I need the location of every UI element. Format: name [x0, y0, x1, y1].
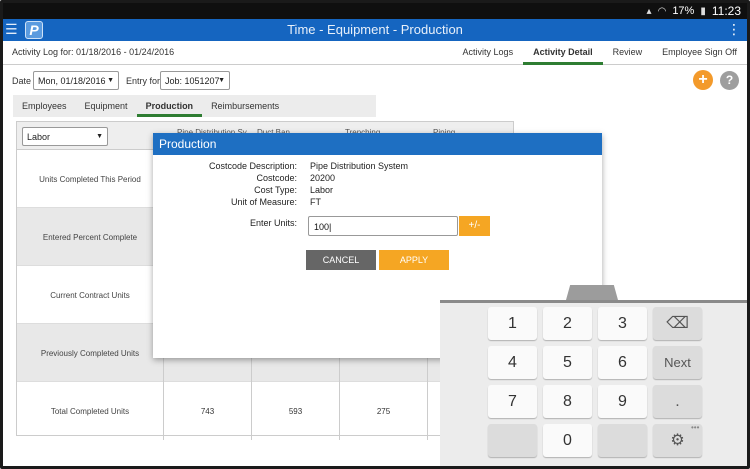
tab-activity-logs[interactable]: Activity Logs — [453, 41, 524, 65]
field-label: Unit of Measure: — [230, 197, 297, 207]
tab-employees[interactable]: Employees — [13, 95, 76, 117]
entry-for-select[interactable]: Job: 1051207 ▼ — [160, 71, 230, 90]
chevron-down-icon: ▼ — [107, 77, 114, 84]
enter-units-label: Enter Units: — [249, 218, 297, 228]
key-7[interactable]: 7 — [488, 385, 537, 418]
cost-type-value: Labor — [310, 185, 334, 195]
clock: 11:23 — [711, 4, 741, 18]
cost-type-select[interactable]: Labor ▼ — [22, 127, 108, 146]
key-1[interactable]: 1 — [488, 307, 537, 340]
entry-for-label: Entry for — [126, 76, 161, 86]
cost-type-value: Labor — [27, 132, 51, 142]
device-frame: ▴ ◠ 17% ▮ 11:23 Time - Equipment - Produ… — [0, 0, 750, 469]
key-3[interactable]: 3 — [598, 307, 647, 340]
row-label: Entered Percent Complete — [42, 232, 138, 242]
plus-minus-button[interactable]: +/- — [459, 216, 490, 236]
entry-for-value: Job: 1051207 — [165, 76, 220, 86]
app-logo: P — [25, 21, 43, 39]
signal-icon: ▴ — [646, 5, 652, 17]
table-cell: 743 — [163, 382, 251, 440]
more-options-indicator: ••• — [691, 423, 700, 432]
field-label: Costcode: — [256, 173, 297, 183]
date-select-value: Mon, 01/18/2016 — [38, 76, 106, 86]
field-label: Costcode Description: — [208, 161, 297, 171]
row-label: Previously Completed Units — [40, 348, 140, 358]
key-9[interactable]: 9 — [598, 385, 647, 418]
cancel-button[interactable]: CANCEL — [306, 250, 376, 270]
app-bar: Time - Equipment - Production ☰ P ⋮ — [3, 19, 747, 41]
blank-key[interactable] — [598, 424, 647, 457]
overflow-menu-icon[interactable]: ⋮ — [727, 21, 741, 38]
key-5[interactable]: 5 — [543, 346, 592, 379]
backspace-key[interactable]: ⌫ — [653, 307, 702, 340]
apply-button[interactable]: APPLY — [379, 250, 449, 270]
period-key[interactable]: . — [653, 385, 702, 418]
unit-of-measure-value: FT — [310, 197, 321, 207]
activity-header: Activity Log for: 01/18/2016 - 01/24/201… — [3, 41, 747, 65]
key-0[interactable]: 0 — [543, 424, 592, 457]
costcode-value: 20200 — [310, 173, 336, 183]
date-row: Date Mon, 01/18/2016 ▼ Entry for Job: 10… — [3, 69, 747, 91]
date-label: Date — [12, 76, 32, 86]
top-tabs: Activity Logs Activity Detail Review Emp… — [453, 41, 747, 65]
row-label: Units Completed This Period — [39, 174, 141, 184]
backspace-icon: ⌫ — [666, 315, 689, 332]
row-label: Total Completed Units — [50, 406, 130, 416]
app-title: Time - Equipment - Production — [287, 22, 463, 37]
next-key[interactable]: Next — [653, 346, 702, 379]
battery-level: 17% — [672, 5, 695, 17]
table-row: Total Completed Units 743 593 275 — [17, 382, 513, 440]
row-label: Current Contract Units — [50, 290, 130, 300]
tab-employee-sign-off[interactable]: Employee Sign Off — [652, 41, 747, 65]
keyboard-handle[interactable] — [566, 285, 618, 300]
table-cell: 593 — [251, 382, 339, 440]
tab-reimbursements[interactable]: Reimbursements — [202, 95, 288, 117]
blank-key[interactable] — [488, 424, 537, 457]
key-8[interactable]: 8 — [543, 385, 592, 418]
dialog-title: Production — [153, 133, 602, 155]
tab-activity-detail[interactable]: Activity Detail — [523, 41, 603, 65]
activity-log-range: Activity Log for: 01/18/2016 - 01/24/201… — [12, 47, 175, 57]
entry-tabs: Employees Equipment Production Reimburse… — [13, 95, 376, 117]
tab-production[interactable]: Production — [136, 95, 203, 117]
tab-review[interactable]: Review — [603, 41, 653, 65]
tab-equipment[interactable]: Equipment — [76, 95, 137, 117]
add-button[interactable]: + — [693, 70, 713, 90]
key-6[interactable]: 6 — [598, 346, 647, 379]
units-input[interactable]: 100| — [308, 216, 458, 236]
key-2[interactable]: 2 — [543, 307, 592, 340]
battery-icon: ▮ — [700, 5, 706, 17]
key-4[interactable]: 4 — [488, 346, 537, 379]
field-label: Cost Type: — [254, 185, 297, 195]
table-cell: 275 — [339, 382, 427, 440]
gear-icon: ⚙ — [670, 432, 685, 449]
chevron-down-icon: ▼ — [96, 133, 103, 140]
status-bar: ▴ ◠ 17% ▮ 11:23 — [3, 3, 747, 19]
wifi-icon: ◠ — [657, 5, 667, 17]
costcode-description-value: Pipe Distribution System — [310, 161, 409, 171]
date-select[interactable]: Mon, 01/18/2016 ▼ — [33, 71, 119, 90]
hamburger-menu-icon[interactable]: ☰ — [5, 21, 18, 38]
help-button[interactable]: ? — [720, 71, 739, 90]
chevron-down-icon: ▼ — [218, 77, 225, 84]
